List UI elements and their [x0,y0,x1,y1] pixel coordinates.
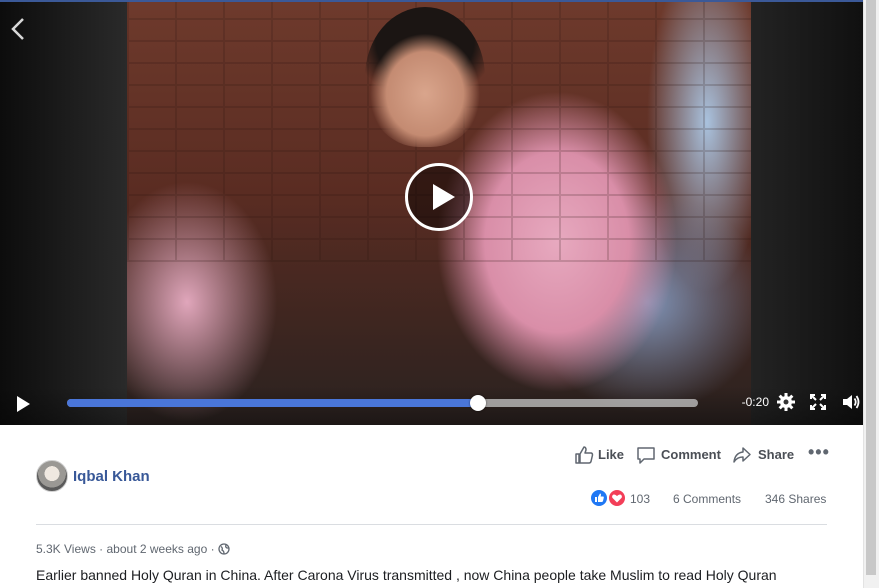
post-timestamp[interactable]: about 2 weeks ago [107,542,208,556]
video-letterbox-right [751,2,863,425]
back-chevron-icon[interactable] [10,16,28,42]
meta-separator: · [99,542,104,556]
share-button[interactable]: Share [732,445,798,465]
settings-gear-icon[interactable] [776,392,796,412]
time-remaining: -0:20 [741,395,769,409]
shares-count[interactable]: 346 Shares [765,492,826,506]
comment-label: Comment [661,447,721,462]
video-progress-bar[interactable] [67,395,698,411]
comment-button[interactable]: Comment [636,445,726,465]
divider [36,524,827,525]
post-meta: 5.3K Views · about 2 weeks ago · [36,542,215,556]
views-count: 5.3K Views [36,542,96,556]
like-reaction-icon [590,489,608,507]
meta-separator-2: · [210,542,215,556]
scrollbar-thumb[interactable] [866,0,876,575]
volume-icon[interactable] [841,392,861,412]
author-name[interactable]: Iqbal Khan [73,468,150,485]
comment-bubble-icon [637,447,655,464]
video-letterbox-left [0,2,127,425]
play-button[interactable] [17,396,31,412]
fullscreen-icon[interactable] [810,394,826,410]
globe-icon[interactable] [218,542,230,555]
share-label: Share [758,447,795,462]
comments-count[interactable]: 6 Comments [673,492,741,506]
reaction-count[interactable]: 103 [630,492,650,506]
author-avatar[interactable] [36,460,68,492]
thumbs-up-icon [575,446,594,464]
love-reaction-icon [608,489,626,507]
more-options-icon[interactable]: ••• [808,443,829,461]
share-arrow-icon [733,447,751,463]
play-overlay-button[interactable] [405,163,473,231]
video-subject [365,7,485,147]
post-description: Earlier banned Holy Quran in China. Afte… [36,567,777,583]
video-player[interactable] [0,0,863,425]
like-button[interactable]: Like [574,445,628,465]
like-label: Like [598,447,625,462]
video-progress-fill [67,399,479,407]
